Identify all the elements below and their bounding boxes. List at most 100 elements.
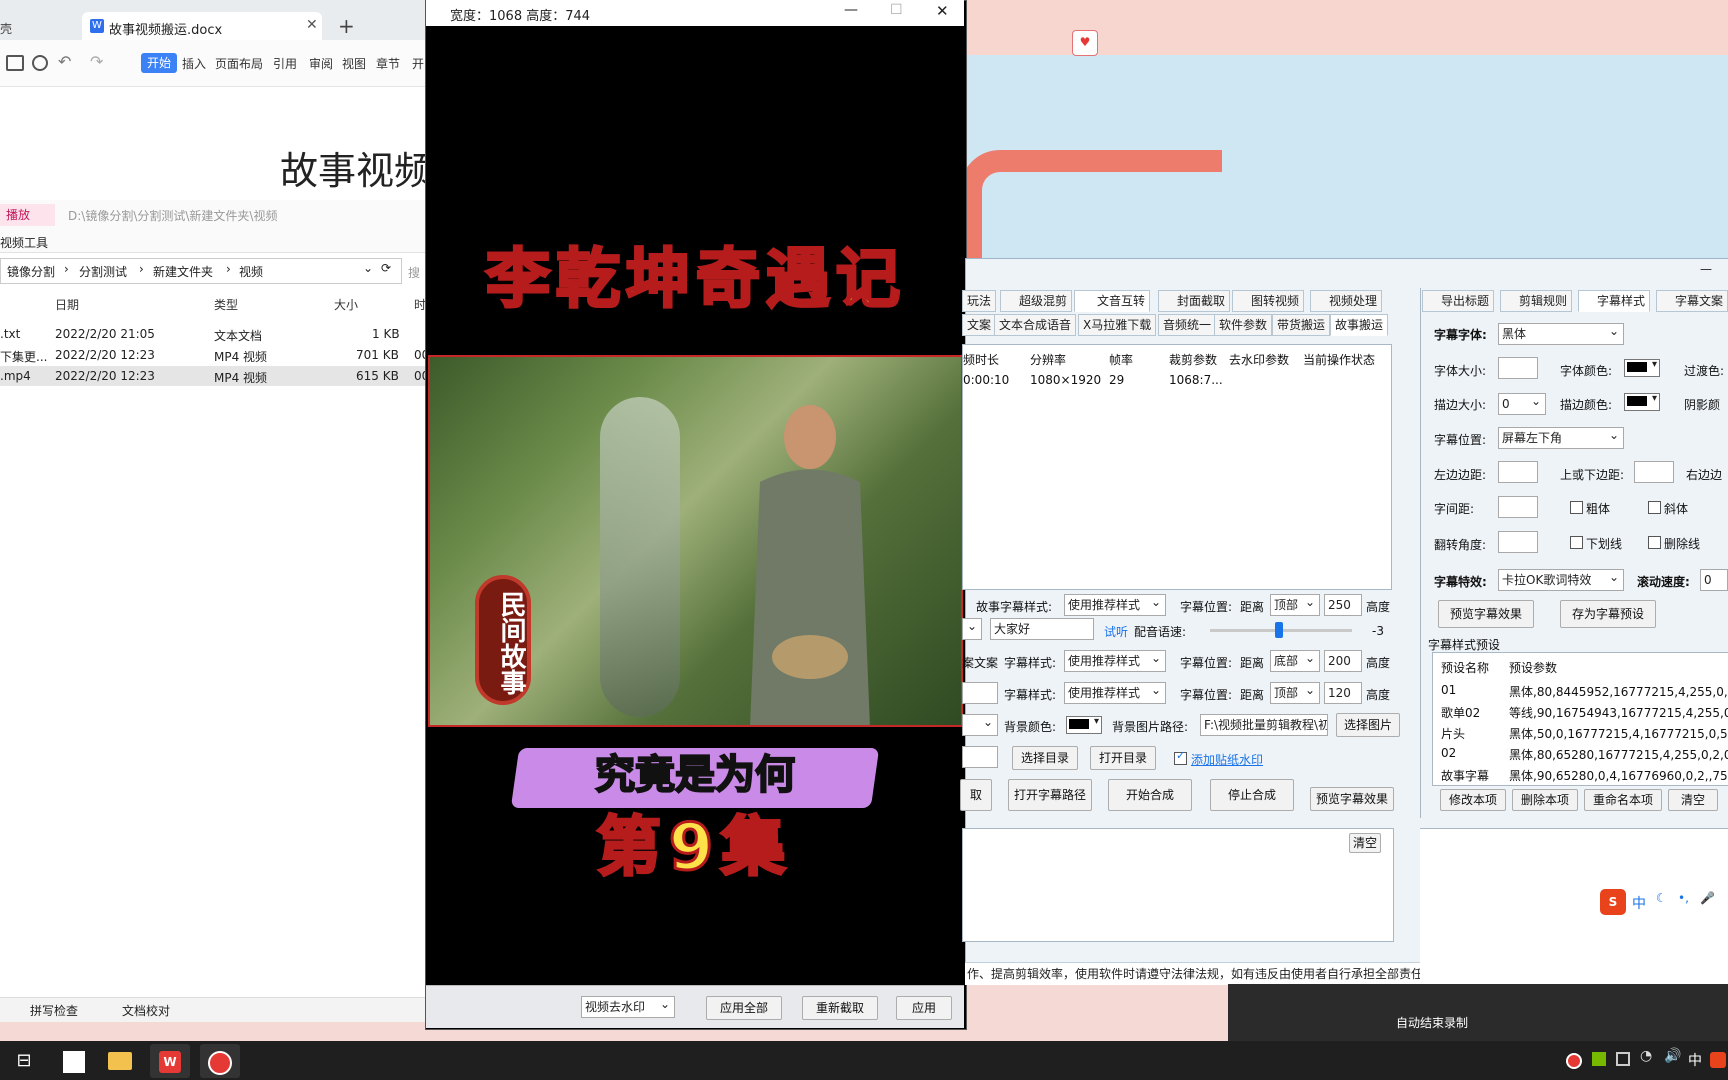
font-select[interactable]: 黑体 [1498,323,1624,345]
breadcrumb-3[interactable]: 新建文件夹 [153,263,213,280]
wps-left-tab[interactable]: 壳 [0,20,12,37]
wps-document-tab[interactable]: W 故事视频搬运.docx ✕ [82,12,322,40]
menu-insert[interactable]: 插入 [182,55,206,72]
breadcrumb-4[interactable]: 视频 [239,263,263,280]
table-row[interactable]: .txt 2022/2/20 21:05 文本文档 1 KB [0,324,430,344]
tab-copy[interactable]: 文案 [962,314,997,336]
spell-check-button[interactable]: 拼写检查 [30,1002,78,1019]
scroll-input[interactable]: 0 [1700,569,1728,591]
new-tab-button[interactable]: + [338,14,355,38]
open-dir-button[interactable]: 打开目录 [1090,746,1156,770]
white-app-icon[interactable] [54,1044,94,1078]
apply-all-button[interactable]: 应用全部 [706,996,782,1020]
tab-tts[interactable]: 文本合成语音 [994,314,1077,336]
bg-color-picker[interactable] [1066,716,1102,734]
task-table[interactable]: 频时长 分辨率 帧率 裁剪参数 去水印参数 当前操作状态 0:00:10 108… [962,344,1392,590]
effect-select[interactable]: 卡拉OK歌词特效 [1498,569,1624,591]
refresh-icon[interactable]: ⟳ [381,261,391,275]
watermark-select[interactable]: 视频去水印 [581,996,675,1018]
menu-reference[interactable]: 引用 [273,55,297,72]
save-preset-button[interactable]: 存为字幕预设 [1560,600,1656,628]
breadcrumb-1[interactable]: 镜像分割 [7,263,55,280]
tab-subtitle-style[interactable]: 字幕样式 [1578,290,1651,312]
punctuation-icon[interactable]: •, [1678,891,1689,905]
voice-text-input[interactable]: 大家好 [990,618,1094,640]
preset-name[interactable]: 02 [1441,746,1456,760]
pos-select-1[interactable]: 顶部 [1270,594,1320,616]
chevron-down-icon[interactable]: ⌄ [363,261,373,275]
rename-preset-button[interactable]: 重命名本项 [1584,789,1662,811]
menu-start[interactable]: 开始 [141,53,177,73]
stop-compose-button[interactable]: 停止合成 [1210,779,1294,811]
breadcrumb-2[interactable]: 分割测试 [79,263,127,280]
sogou-tray-icon[interactable] [1710,1052,1726,1068]
updown-margin-input[interactable] [1634,461,1674,483]
preset-name[interactable]: 片头 [1441,725,1465,742]
file-explorer-icon[interactable] [100,1044,140,1078]
network-icon[interactable]: ◔ [1640,1048,1652,1064]
menu-more[interactable]: 开 [412,55,424,72]
bold-checkbox[interactable] [1570,501,1583,514]
preset-list[interactable]: 预设名称 预设参数 01 黑体,80,8445952,16777215,4,25… [1432,652,1728,786]
table-row[interactable]: 下集更... 2022/2/20 12:23 MP4 视频 701 KB 00 [0,345,430,365]
select-image-button[interactable]: 选择图片 [1336,713,1400,737]
print-icon[interactable] [6,55,24,71]
open-sub-path-button[interactable]: 打开字幕路径 [1008,779,1092,811]
nvidia-icon[interactable] [1592,1052,1606,1066]
underline-checkbox[interactable] [1570,536,1583,549]
add-sticker-label[interactable]: 添加贴纸水印 [1191,751,1263,768]
distance-input-1[interactable]: 250 [1324,594,1362,616]
size-input[interactable] [1498,357,1538,379]
tab-video-process[interactable]: 视频处理 [1310,290,1383,312]
font-color-picker[interactable] [1624,359,1660,377]
doc-proof-button[interactable]: 文档校对 [122,1002,170,1019]
distance-input-2[interactable]: 200 [1324,650,1362,672]
column-size[interactable]: 大小 [334,296,358,313]
style-select-2[interactable]: 使用推荐样式 [1064,650,1166,672]
tab-text-audio[interactable]: 文音互转 [1074,290,1151,312]
spacing-input[interactable] [1498,496,1538,518]
select-dir-button[interactable]: 选择目录 [1012,746,1078,770]
tab-audio-unify[interactable]: 音频统一 [1158,314,1217,336]
tab-cover-capture[interactable]: 封面截取 [1158,290,1231,312]
text-input-3[interactable] [962,682,998,704]
path-input-4[interactable] [962,746,998,768]
menu-review[interactable]: 审阅 [309,55,333,72]
tray-app-icon[interactable] [1616,1052,1630,1066]
speed-slider-thumb[interactable] [1275,622,1283,638]
preview-subtitle-button[interactable]: 预览字幕效果 [1438,600,1534,628]
take-button[interactable]: 取 [960,779,992,811]
stroke-color-picker[interactable] [1624,393,1660,411]
apply-button[interactable]: 应用 [896,996,952,1020]
clear-log-button[interactable]: 清空 [1349,833,1381,853]
moon-icon[interactable]: ☾ [1656,891,1667,905]
distance-input-3[interactable]: 120 [1324,682,1362,704]
preview-icon[interactable] [32,55,48,71]
column-type[interactable]: 类型 [214,296,238,313]
preset-name[interactable]: 歌单02 [1441,704,1480,721]
tab-gameplay[interactable]: 玩法 [962,290,997,312]
close-icon[interactable]: ✕ [306,17,318,33]
maximize-icon[interactable]: ☐ [890,2,903,18]
italic-checkbox[interactable] [1648,501,1661,514]
sogou-ime-mode[interactable]: 中 [1632,893,1646,913]
rotate-input[interactable] [1498,531,1538,553]
volume-icon[interactable]: 🔊 [1664,1048,1681,1064]
left-margin-input[interactable] [1498,461,1538,483]
misc-select[interactable] [962,714,998,736]
clear-presets-button[interactable]: 清空 [1668,789,1718,811]
tab-image-video[interactable]: 图转视频 [1232,290,1305,312]
address-bar[interactable]: 镜像分割 › 分割测试 › 新建文件夹 › 视频 ⌄ ⟳ [0,258,402,284]
record-app-icon[interactable] [200,1044,240,1078]
delete-preset-button[interactable]: 删除本项 [1512,789,1578,811]
tab-ximalaya[interactable]: X马拉雅下载 [1078,314,1157,336]
tab-software-params[interactable]: 软件参数 [1214,314,1273,336]
microphone-icon[interactable]: 🎤 [1700,891,1715,905]
strike-checkbox[interactable] [1648,536,1661,549]
preset-name[interactable]: 01 [1441,683,1456,697]
style-select-3[interactable]: 使用推荐样式 [1064,682,1166,704]
ribbon-video-tools[interactable]: 视频工具 [0,234,48,251]
minimize-icon[interactable]: — [1700,262,1712,276]
task-view-icon[interactable]: ⊟ [4,1044,44,1078]
story-style-select[interactable]: 使用推荐样式 [1064,594,1166,616]
